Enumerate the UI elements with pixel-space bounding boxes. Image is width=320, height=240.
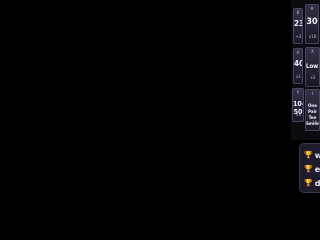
legend-panel: 🏆 w 🏆 e 🏆 d: [299, 143, 320, 193]
card-detail: x3: [296, 112, 301, 117]
card-category: X: [311, 49, 314, 54]
card-value: Low14: [306, 63, 319, 70]
score-card[interactable]: Y 10-50 x3: [292, 88, 304, 122]
trophy-icon: 🏆: [304, 164, 313, 173]
card-detail: x18: [308, 34, 317, 39]
trophy-icon: 🏆: [304, 178, 313, 187]
score-card[interactable]: A 40 x1: [293, 48, 303, 84]
card-category: Y: [296, 90, 300, 95]
score-card[interactable]: X Low14 x3: [305, 47, 320, 87]
card-value: 40: [294, 59, 302, 68]
legend-label: w: [314, 150, 320, 160]
card-value: 30: [306, 17, 318, 27]
card-detail: +3: [295, 34, 302, 39]
legend-item: 🏆 e: [304, 162, 320, 176]
card-detail: x1: [296, 74, 301, 79]
card-category: A: [296, 50, 300, 55]
legend-item: 🏆 w: [304, 148, 320, 162]
trophy-icon: 🏆: [304, 150, 313, 159]
card-detail: x3: [310, 75, 316, 80]
card-value: 23: [294, 19, 302, 28]
card-category: B: [296, 10, 300, 15]
score-card[interactable]: A 30 x18: [305, 4, 319, 44]
card-category: A: [310, 6, 314, 11]
score-card[interactable]: I One Pair Ten Sevens +10: [305, 89, 320, 131]
card-detail: +10: [308, 120, 318, 125]
legend-label: d: [314, 178, 320, 188]
card-category: I: [311, 91, 314, 96]
legend-label: e: [314, 164, 320, 174]
score-card[interactable]: B 23 +3: [293, 8, 303, 44]
legend-item: 🏆 d: [304, 176, 320, 190]
